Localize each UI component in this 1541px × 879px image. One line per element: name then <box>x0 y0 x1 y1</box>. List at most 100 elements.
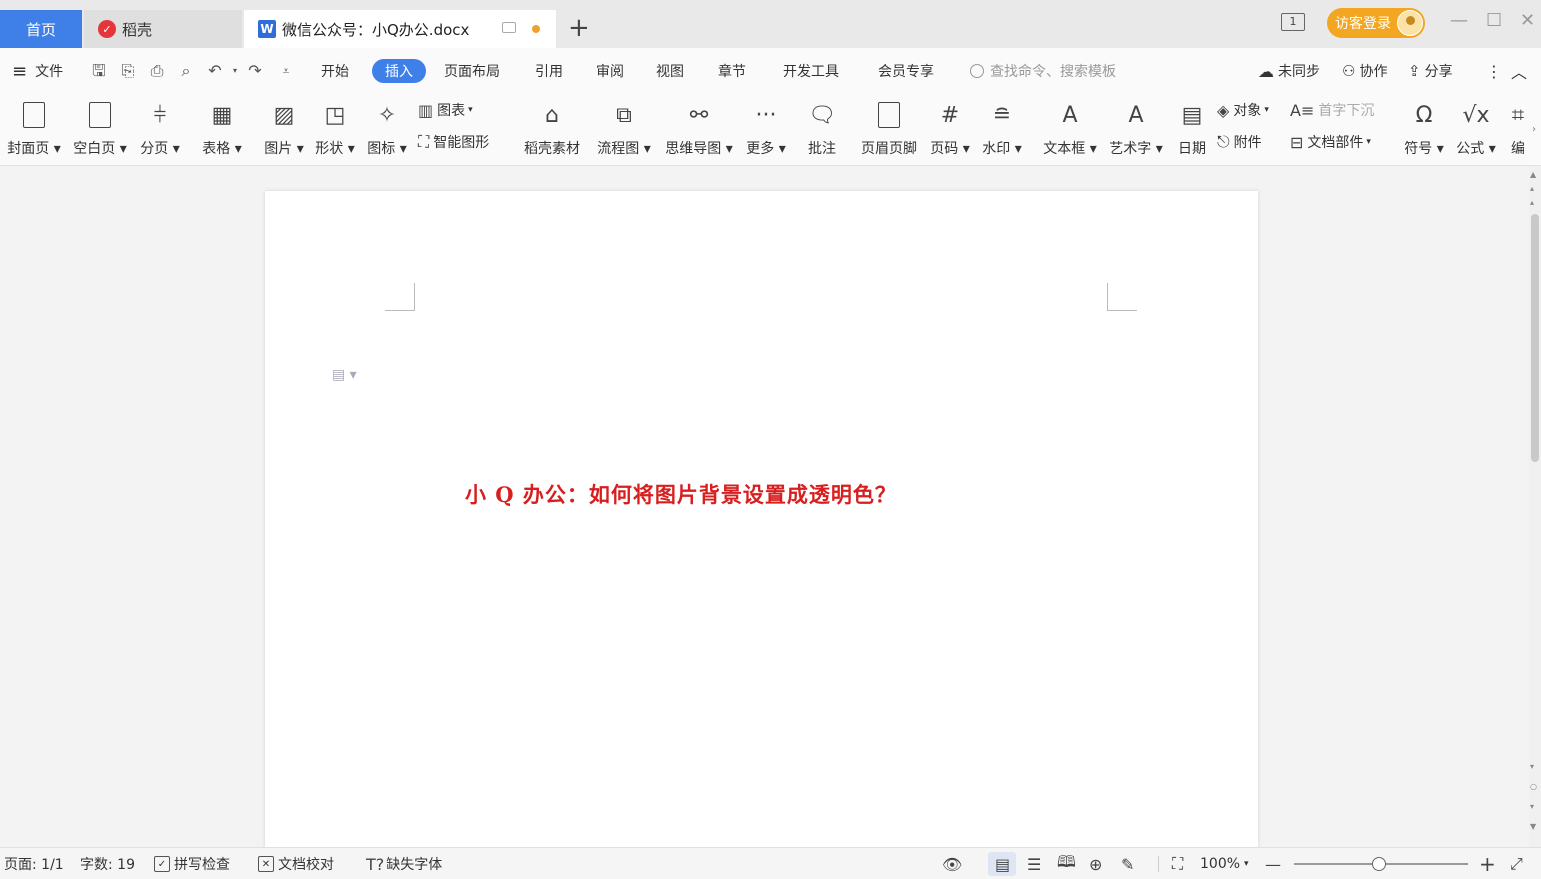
pen-icon[interactable]: ✎ <box>1121 848 1134 879</box>
proofread-button[interactable]: ✕ 文档校对 <box>258 848 334 879</box>
sync-button[interactable]: ☁ 未同步 <box>1258 48 1320 94</box>
menu-chapter[interactable]: 章节 <box>718 48 746 94</box>
collapse-ribbon-icon[interactable]: ︿ <box>1511 48 1527 94</box>
share-label: 分享 <box>1424 64 1453 80</box>
symbol-button[interactable]: Ω 符号 ▾ <box>1402 96 1446 158</box>
more-button[interactable]: ··· 更多 ▾ <box>744 96 788 158</box>
eye-protection-icon[interactable]: 👁 <box>942 848 962 879</box>
spellcheck-button[interactable]: ✓ 拼写检查 <box>154 848 230 879</box>
fit-page-icon[interactable]: ⛶ <box>1172 848 1183 879</box>
ribbon-scroll-right-icon[interactable]: › <box>1532 124 1536 135</box>
scroll-up-icon[interactable]: ▴ <box>1530 198 1534 207</box>
edit-button[interactable]: ⌗ 编 <box>1506 96 1530 158</box>
close-icon[interactable]: ✕ <box>1520 10 1535 31</box>
textbox-button[interactable]: A 文本框 ▾ <box>1042 96 1098 158</box>
web-view-icon[interactable]: ⊕ <box>1089 848 1102 879</box>
edit-label: 编 <box>1511 141 1525 157</box>
zoom-out-icon[interactable]: — <box>1265 848 1281 879</box>
menu-page-layout[interactable]: 页面布局 <box>444 48 500 94</box>
vertical-scrollbar[interactable]: ▲ ▴ ▴ ▾ ○ ▾ ▼ <box>1529 166 1541 847</box>
formula-label: 公式 <box>1456 141 1485 157</box>
zoom-in-icon[interactable]: + <box>1479 848 1496 879</box>
smartart-button[interactable]: ⛶ 智能图形 <box>418 132 489 152</box>
guest-login-button[interactable]: 访客登录 <box>1327 8 1425 38</box>
shape-button[interactable]: ◳ 形状 ▾ <box>313 96 357 158</box>
word-count[interactable]: 字数: 19 <box>80 848 135 879</box>
menu-start[interactable]: 开始 <box>321 48 349 94</box>
header-footer-button[interactable]: 页眉页脚 <box>858 96 920 158</box>
page-break-button[interactable]: ⫩ 分页 ▾ <box>138 96 182 158</box>
formula-button[interactable]: √x 公式 ▾ <box>1454 96 1498 158</box>
textbox-icon: A <box>1062 102 1078 128</box>
wordart-button[interactable]: A 艺术字 ▾ <box>1108 96 1164 158</box>
menu-developer[interactable]: 开发工具 <box>783 48 839 94</box>
dropcap-button[interactable]: A≡ 首字下沉 <box>1290 100 1374 120</box>
command-search[interactable]: 查找命令、搜索模板 <box>970 48 1116 94</box>
attachment-button[interactable]: ⎋ 附件 <box>1217 132 1262 152</box>
menu-member[interactable]: 会员专享 <box>878 48 934 94</box>
maximize-icon[interactable]: ☐ <box>1486 10 1502 31</box>
undo-icon[interactable]: ↶ <box>206 62 224 80</box>
picture-button[interactable]: ▨ 图片 ▾ <box>262 96 306 158</box>
minimize-icon[interactable]: — <box>1450 10 1468 31</box>
comment-button[interactable]: 🗨 批注 <box>802 96 842 158</box>
outline-view-icon[interactable]: ☰ <box>1027 848 1041 879</box>
icon-library-button[interactable]: ✧ 图标 ▾ <box>365 96 409 158</box>
undo-dropdown-icon[interactable]: ▾ <box>226 62 244 80</box>
fullscreen-icon[interactable]: ⤢ <box>1510 848 1523 879</box>
scroll-thumb[interactable] <box>1531 214 1539 462</box>
reading-view-icon[interactable]: 🕮 <box>1057 848 1076 879</box>
watermark-button[interactable]: ≘ 水印 ▾ <box>980 96 1024 158</box>
menu-review[interactable]: 审阅 <box>596 48 624 94</box>
menu-references[interactable]: 引用 <box>535 48 563 94</box>
print-icon[interactable]: ⎙ <box>148 62 166 80</box>
page-view-mode-icon[interactable]: ▤ <box>995 848 1010 879</box>
monitor-icon[interactable] <box>502 22 516 33</box>
paragraph-layout-icon[interactable]: ▤ ▾ <box>332 367 357 383</box>
scroll-page-down-icon[interactable]: ▾ <box>1530 802 1534 811</box>
margin-corner-left <box>385 283 415 311</box>
redo-icon[interactable]: ↷ <box>246 62 264 80</box>
object-button[interactable]: ◈ 对象 ▾ <box>1217 100 1269 120</box>
cloud-sync-icon: ☁ <box>1258 61 1274 81</box>
tab-home[interactable]: 首页 <box>0 10 82 48</box>
scroll-bottom-icon[interactable]: ▼ <box>1530 822 1536 831</box>
scroll-top-icon[interactable]: ▲ <box>1530 170 1536 179</box>
new-tab-button[interactable]: + <box>568 14 590 42</box>
save-icon[interactable]: 🖫 <box>90 62 108 80</box>
share-button[interactable]: ⇪ 分享 <box>1408 48 1453 94</box>
page-indicator[interactable]: 页面: 1/1 <box>4 848 64 879</box>
menu-insert[interactable]: 插入 <box>372 59 426 83</box>
select-browse-object-icon[interactable]: ○ <box>1530 782 1537 791</box>
collaborate-button[interactable]: ⚇ 协作 <box>1342 48 1387 94</box>
page-view-icon[interactable]: 1 <box>1281 13 1305 31</box>
date-button[interactable]: ▤ 日期 <box>1174 96 1210 158</box>
tab-daoke[interactable]: ✓ 稻壳 <box>84 10 242 48</box>
command-search-placeholder: 查找命令、搜索模板 <box>990 64 1116 80</box>
chart-button[interactable]: ▥ 图表 ▾ <box>418 100 473 120</box>
mindmap-button[interactable]: ⚯ 思维导图 ▾ <box>664 96 734 158</box>
export-pdf-icon[interactable]: ⎘ <box>119 62 137 80</box>
table-button[interactable]: ▦ 表格 ▾ <box>200 96 244 158</box>
more-options-icon[interactable]: ⋮ <box>1486 48 1502 94</box>
scroll-down-icon[interactable]: ▾ <box>1530 762 1534 771</box>
customize-quick-access-icon[interactable]: ⩡ <box>277 62 295 80</box>
file-menu[interactable]: ≡ 文件 <box>12 48 63 94</box>
document-page[interactable]: ▤ ▾ 小 Q 办公：如何将图片背景设置成透明色？ <box>265 191 1258 851</box>
blank-page-button[interactable]: 空白页 ▾ <box>72 96 128 158</box>
smartart-icon: ⛶ <box>418 132 430 151</box>
tab-document[interactable]: W 微信公众号：小Q办公.docx <box>244 10 556 48</box>
doc-parts-label: 文档部件 <box>1307 135 1364 151</box>
print-preview-icon[interactable]: ⌕ <box>177 62 195 80</box>
cover-page-button[interactable]: 封面页 ▾ <box>6 96 62 158</box>
scroll-page-up-icon[interactable]: ▴ <box>1530 184 1534 193</box>
doc-parts-button[interactable]: ⊟ 文档部件 ▾ <box>1290 132 1371 152</box>
menu-view[interactable]: 视图 <box>656 48 684 94</box>
zoom-level-dropdown[interactable]: 100% ▾ <box>1200 848 1249 879</box>
zoom-slider-handle[interactable] <box>1372 857 1386 871</box>
missing-font-button[interactable]: T? 缺失字体 <box>366 848 442 879</box>
flowchart-button[interactable]: ⧉ 流程图 ▾ <box>596 96 652 158</box>
document-title-text[interactable]: 小 Q 办公：如何将图片背景设置成透明色？ <box>465 479 897 509</box>
page-number-button[interactable]: # 页码 ▾ <box>928 96 972 158</box>
daoke-material-button[interactable]: ⌂ 稻壳素材 <box>520 96 584 158</box>
